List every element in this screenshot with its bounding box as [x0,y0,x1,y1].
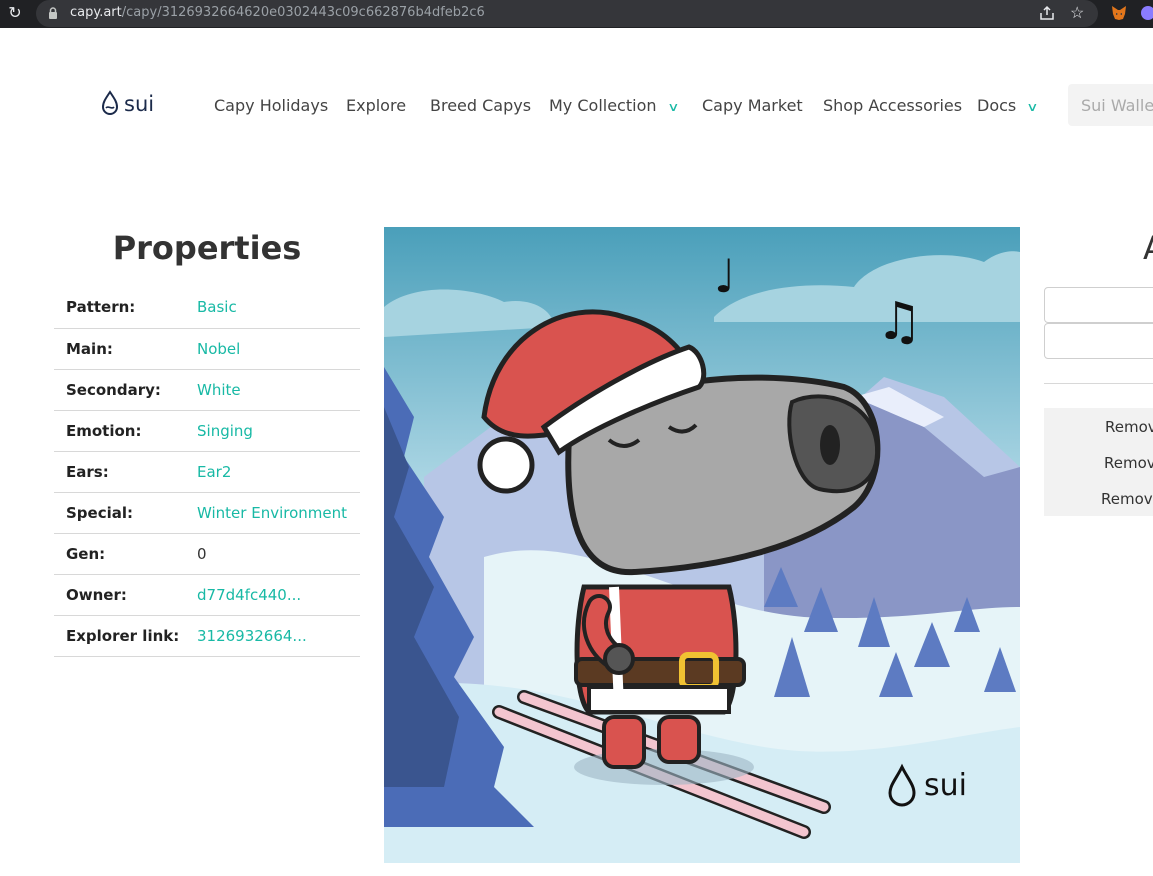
extension-icon[interactable] [1141,6,1153,20]
property-key: Gen: [54,533,197,575]
chevron-down-icon: ∨ [1026,100,1039,114]
divider [1044,383,1153,384]
owner-link[interactable]: d77d4fc440... [197,574,360,616]
property-value: 0 [197,533,360,575]
nav-shop-accessories[interactable]: Shop Accessories [823,96,962,115]
reload-icon[interactable]: ↻ [6,5,24,23]
property-key: Pattern: [54,287,197,329]
metamask-fox-icon[interactable] [1110,4,1128,22]
accessory-input[interactable] [1044,287,1153,323]
accessory-input[interactable] [1044,323,1153,359]
explorer-link[interactable]: 3126932664... [197,615,360,657]
property-value[interactable]: White [197,369,360,411]
table-row: Owner: d77d4fc440... [54,574,360,616]
property-value[interactable]: Winter Environment [197,492,360,534]
music-note-icon: ♩ [714,249,736,303]
nav-capy-market[interactable]: Capy Market [702,96,803,115]
remove-button[interactable]: Remov [1105,418,1153,436]
lock-icon [49,7,57,19]
sui-logo[interactable]: sui [100,90,154,118]
property-value[interactable]: Basic [197,287,360,329]
table-row: Explorer link: 3126932664... [54,615,360,657]
table-row: Secondary: White [54,369,360,411]
remove-button[interactable]: Remov [1104,454,1153,472]
property-key: Owner: [54,574,197,616]
address-bar[interactable]: capy.art/capy/3126932664620e0302443c09c6… [36,0,1098,27]
url-text: capy.art/capy/3126932664620e0302443c09c6… [70,5,485,20]
chevron-down-icon: ∨ [666,100,680,114]
sui-watermark-text: sui [924,768,967,803]
remove-list: Remov Remov Remove [1044,408,1153,516]
sui-drop-icon [101,90,119,115]
property-key: Main: [54,328,197,370]
browser-toolbar: ↻ capy.art/capy/3126932664620e0302443c09… [0,0,1153,28]
sui-wallet-button[interactable]: Sui Wallet [1068,84,1153,126]
property-key: Special: [54,492,197,534]
bookmark-star-icon[interactable]: ☆ [1070,3,1084,23]
table-row: Main: Nobel [54,328,360,370]
capy-image: ♩ ♫ sui [384,227,1020,863]
capy-illustration: ♩ ♫ sui [384,227,1020,863]
property-key: Secondary: [54,369,197,411]
property-value[interactable]: Singing [197,410,360,452]
nav-docs-label: Docs [977,96,1017,115]
nav-docs[interactable]: Docs ∨ [977,96,1039,115]
table-row: Emotion: Singing [54,410,360,452]
nav-my-collection[interactable]: My Collection ∨ [549,96,680,115]
remove-button[interactable]: Remove [1101,490,1153,508]
accessories-title: A [1143,229,1153,267]
table-row: Ears: Ear2 [54,451,360,493]
nav-explore[interactable]: Explore [346,96,406,115]
property-value[interactable]: Nobel [197,328,360,370]
site-navbar: sui Capy Holidays Explore Breed Capys My… [0,28,1153,178]
nav-capy-holidays[interactable]: Capy Holidays [214,96,328,115]
property-value[interactable]: Ear2 [197,451,360,493]
property-key: Explorer link: [54,615,197,657]
properties-table: Pattern: Basic Main: Nobel Secondary: White… [54,287,360,657]
property-key: Emotion: [54,410,197,452]
properties-title: Properties [112,229,302,267]
nav-my-collection-label: My Collection [549,96,657,115]
share-icon[interactable] [1039,5,1055,21]
table-row: Gen: 0 [54,533,360,575]
table-row: Pattern: Basic [54,287,360,329]
nav-breed-capys[interactable]: Breed Capys [430,96,531,115]
logo-text: sui [124,92,155,116]
music-notes-icon: ♫ [876,292,923,352]
table-row: Special: Winter Environment [54,492,360,534]
property-key: Ears: [54,451,197,493]
